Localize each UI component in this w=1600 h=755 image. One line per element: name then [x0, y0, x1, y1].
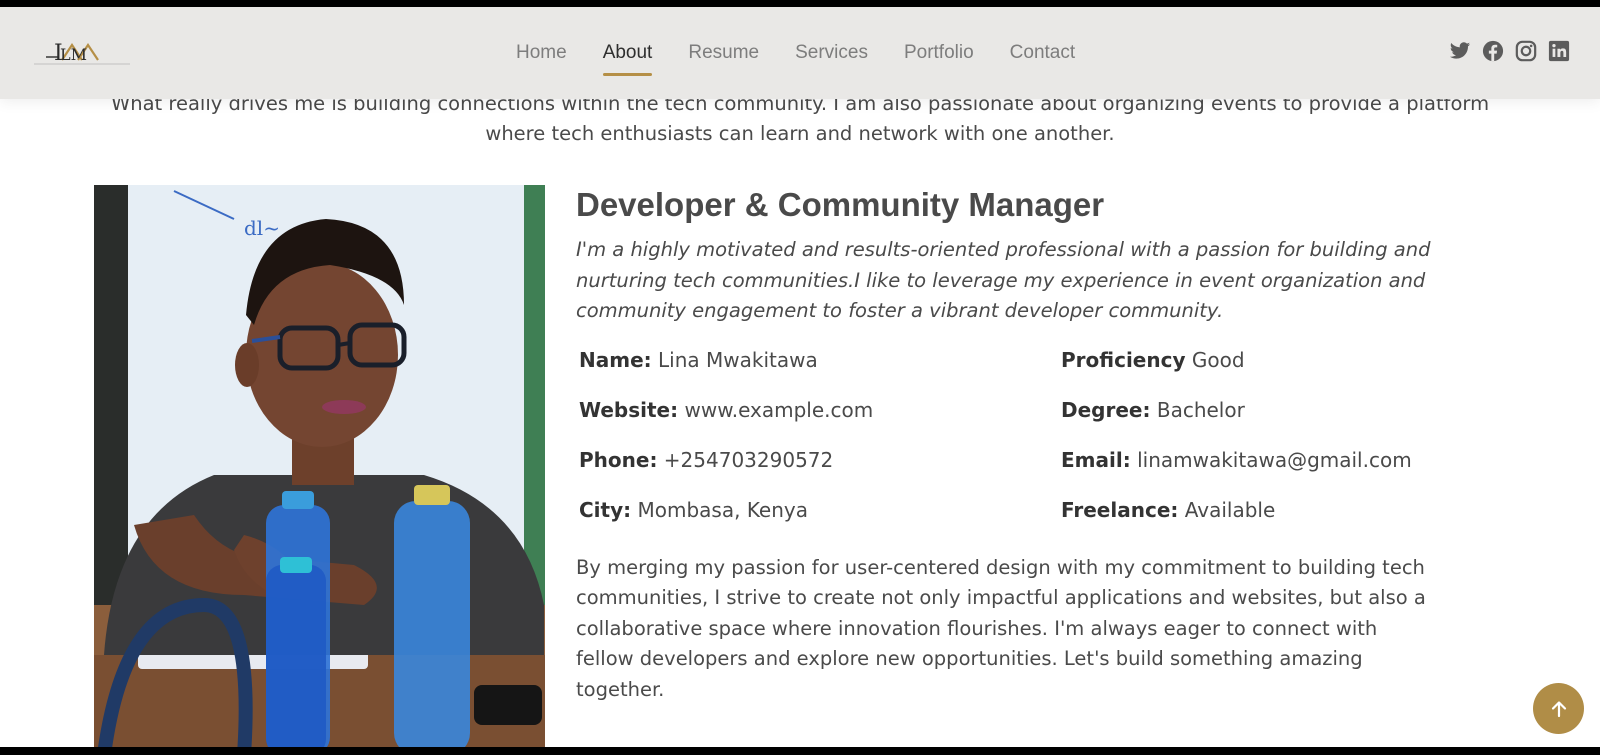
page: I LM Home About Resume Services Portfoli… — [0, 7, 1600, 747]
about-tagline: I'm a highly motivated and results-orien… — [576, 238, 1431, 322]
nav-resume[interactable]: Resume — [688, 38, 759, 68]
site-logo[interactable]: I LM — [32, 33, 132, 73]
info-email: Email: linamwakitawa@gmail.com — [1058, 445, 1516, 475]
info-value: www.example.com — [684, 397, 874, 422]
profile-photo: dl~ — [94, 185, 545, 747]
site-header: I LM Home About Resume Services Portfoli… — [0, 7, 1600, 99]
nav-portfolio[interactable]: Portfolio — [904, 38, 974, 68]
instagram-icon[interactable] — [1515, 40, 1537, 62]
nav-services[interactable]: Services — [795, 38, 868, 68]
info-label: Phone: — [579, 447, 658, 472]
info-phone: Phone: +254703290572 — [576, 445, 1058, 475]
info-value: Lina Mwakitawa — [658, 347, 818, 372]
facebook-icon[interactable] — [1482, 40, 1504, 62]
info-value: Mombasa, Kenya — [637, 497, 809, 522]
arrow-up-icon — [1551, 700, 1566, 717]
info-name: Name: Lina Mwakitawa — [576, 345, 1058, 375]
info-label: Website: — [579, 397, 679, 422]
info-degree: Degree: Bachelor — [1058, 395, 1516, 425]
info-value: Good — [1191, 347, 1245, 372]
svg-text:LM: LM — [60, 45, 87, 64]
linkedin-icon[interactable] — [1548, 40, 1570, 62]
info-label: Degree: — [1061, 397, 1151, 422]
nav-contact[interactable]: Contact — [1010, 38, 1075, 68]
info-website: Website: www.example.com — [576, 395, 1058, 425]
main-nav: Home About Resume Services Portfolio Con… — [516, 7, 1111, 99]
back-to-top-button[interactable] — [1533, 683, 1584, 734]
info-value: Available — [1184, 497, 1276, 522]
info-freelance: Freelance: Available — [1058, 495, 1516, 525]
svg-text:dl~: dl~ — [244, 216, 280, 240]
info-value: +254703290572 — [663, 447, 834, 472]
info-label: Freelance: — [1061, 497, 1179, 522]
about-title: Developer & Community Manager — [576, 186, 1105, 223]
nav-home[interactable]: Home — [516, 38, 567, 68]
info-city: City: Mombasa, Kenya — [576, 495, 1058, 525]
info-label: Proficiency — [1061, 347, 1186, 372]
twitter-icon[interactable] — [1449, 40, 1471, 62]
info-label: Email: — [1061, 447, 1131, 472]
about-content: Developer & Community Manager I'm a high… — [576, 185, 1516, 705]
info-label: Name: — [579, 347, 652, 372]
info-value: linamwakitawa@gmail.com — [1137, 447, 1412, 472]
social-links — [1438, 40, 1570, 62]
info-value: Bachelor — [1156, 397, 1245, 422]
info-proficiency: Proficiency Good — [1058, 345, 1516, 375]
info-label: City: — [579, 497, 632, 522]
about-summary: By merging my passion for user-centered … — [576, 555, 1426, 701]
nav-about[interactable]: About — [602, 38, 652, 76]
info-grid: Name: Lina Mwakitawa Proficiency Good We… — [576, 345, 1516, 525]
